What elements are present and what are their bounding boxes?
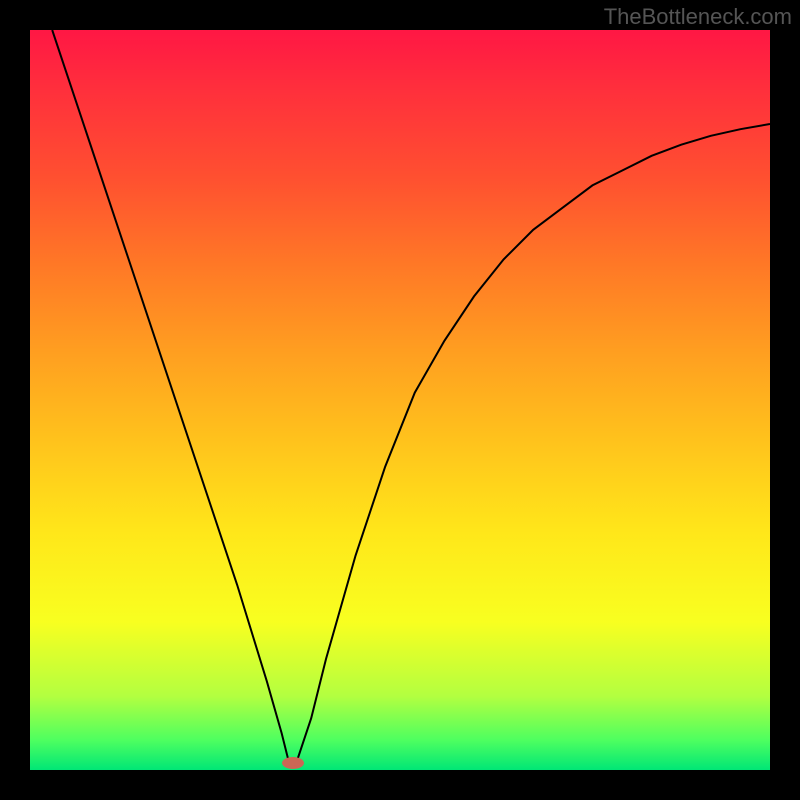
minimum-marker (282, 757, 304, 769)
watermark-text: TheBottleneck.com (604, 4, 792, 30)
chart-container: TheBottleneck.com (0, 0, 800, 800)
bottleneck-curve (52, 30, 770, 763)
plot-area (30, 30, 770, 770)
curve-svg (30, 30, 770, 770)
